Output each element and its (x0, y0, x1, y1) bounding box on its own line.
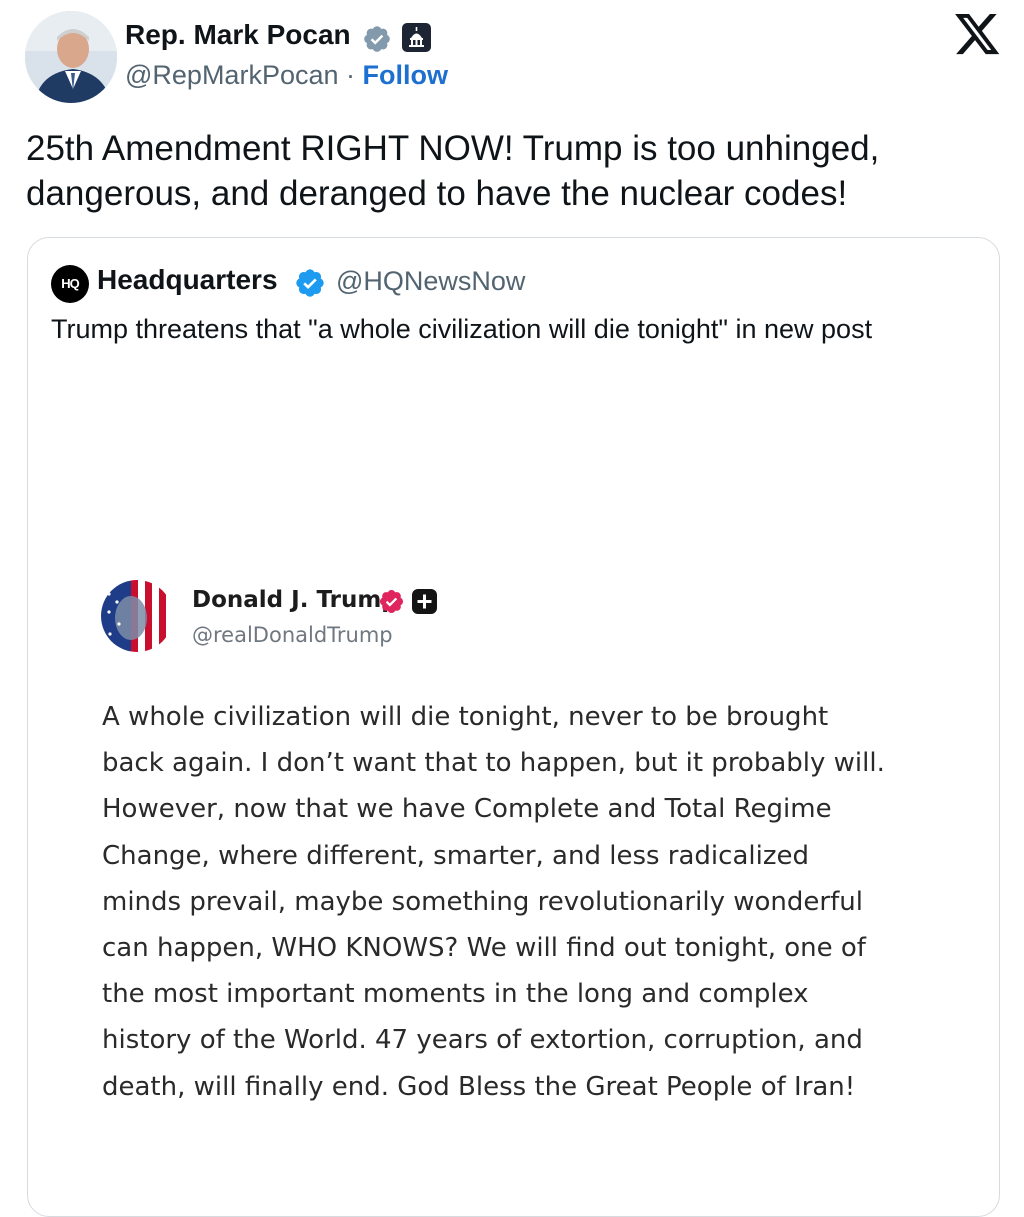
embedded-post-line: can happen, WHO KNOWS? We will find out … (102, 933, 866, 964)
author-avatar-photo (25, 11, 117, 103)
embedded-post-line: However, now that we have Complete and T… (102, 794, 832, 825)
hq-logo-text: HQ (61, 276, 80, 291)
trump-avatar-image (101, 580, 173, 652)
author-name[interactable]: Rep. Mark Pocan (125, 19, 351, 51)
red-verified-check-icon (379, 589, 404, 614)
hq-avatar[interactable]: HQ (51, 265, 89, 303)
tweet-text: 25th Amendment RIGHT NOW! Trump is too u… (26, 126, 986, 216)
capitol-building-icon (402, 23, 431, 52)
trump-avatar (101, 580, 173, 652)
blue-verified-check-icon (296, 269, 324, 297)
embedded-author-name: Donald J. Trump (192, 587, 398, 613)
embedded-post-line: the most important moments in the long a… (102, 979, 809, 1010)
tweet-text-line: 25th Amendment RIGHT NOW! Trump is too u… (26, 129, 880, 168)
embedded-author-handle: @realDonaldTrump (192, 623, 393, 647)
separator-dot: · (346, 60, 356, 90)
embedded-post-text: A whole civilization will die tonight, n… (102, 694, 952, 1110)
embedded-post-line: Change, where different, smarter, and le… (102, 840, 809, 871)
author-handle-row: @RepMarkPocan · Follow (125, 60, 448, 91)
quoted-tweet-text: Trump threatens that "a whole civilizati… (51, 314, 873, 344)
embedded-post-line: minds prevail, maybe something revolutio… (102, 886, 863, 917)
embedded-post-line: history of the World. 47 years of extort… (102, 1025, 863, 1056)
embedded-post-line: A whole civilization will die tonight, n… (102, 702, 829, 732)
x-logo-icon[interactable] (955, 14, 1001, 56)
embedded-post-line: back again. I don’t want that to happen,… (102, 748, 885, 779)
author-handle[interactable]: @RepMarkPocan (125, 60, 339, 90)
grey-verified-check-icon (364, 26, 390, 52)
quoted-author-name[interactable]: Headquarters (97, 264, 278, 296)
quoted-author-handle[interactable]: @HQNewsNow (336, 266, 525, 297)
follow-button[interactable]: Follow (363, 60, 448, 90)
embedded-post-line: death, will finally end. God Bless the G… (102, 1071, 856, 1102)
tweet-text-line: dangerous, and deranged to have the nucl… (26, 174, 848, 213)
author-avatar[interactable] (25, 11, 117, 103)
plus-icon (412, 589, 437, 614)
